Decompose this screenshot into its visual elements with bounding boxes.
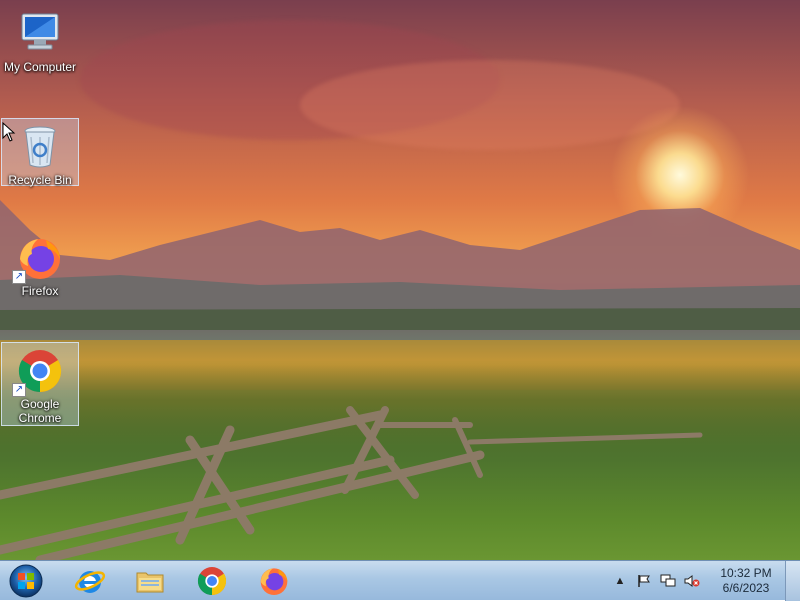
clock-date: 6/6/2023 [722,581,770,595]
mouse-cursor-icon [2,122,16,142]
desktop-icon-label: Recycle Bin [8,173,72,187]
internet-explorer-icon [74,571,106,593]
network-icon[interactable] [660,573,676,589]
recycle-bin-icon [16,123,64,171]
start-button[interactable] [6,563,46,599]
shortcut-arrow-icon: ↗ [12,383,26,397]
volume-muted-icon[interactable] [684,573,700,589]
shortcut-arrow-icon: ↗ [12,270,26,284]
windows-start-icon [9,564,43,598]
taskbar-app-file-explorer[interactable] [124,564,176,598]
clock-time: 10:32 PM [720,566,772,580]
desktop-background[interactable]: My Computer Recycle Bin ↗ Firefox ↗ Goog… [0,0,800,560]
clock[interactable]: 10:32 PM 6/6/2023 [714,566,778,596]
taskbar: ▲ 10:32 PM 6/6/2023 [0,560,800,601]
chrome-icon [197,567,227,596]
desktop-icon-google-chrome[interactable]: ↗ Google Chrome [1,342,79,426]
taskbar-app-firefox[interactable] [248,564,300,598]
mountain-range [0,200,800,330]
desktop-icon-label: Firefox [21,284,59,298]
desktop-icon-firefox[interactable]: ↗ Firefox [1,230,79,300]
firefox-icon: ↗ [12,234,64,284]
desktop-icon-my-computer[interactable]: My Computer [1,6,79,76]
desktop-icon-label: Google Chrome [18,397,62,425]
show-desktop-button[interactable] [785,561,800,601]
computer-icon [16,10,64,58]
action-center-flag-icon[interactable] [636,573,652,589]
chrome-icon: ↗ [12,347,64,397]
taskbar-app-internet-explorer[interactable] [64,564,116,598]
file-explorer-icon [136,572,164,593]
system-tray: ▲ 10:32 PM 6/6/2023 [608,561,778,601]
wooden-fence [0,406,703,560]
show-hidden-icons-icon[interactable]: ▲ [612,573,628,589]
taskbar-app-google-chrome[interactable] [186,564,238,598]
firefox-icon [260,568,288,595]
desktop-icon-label: My Computer [3,60,77,74]
